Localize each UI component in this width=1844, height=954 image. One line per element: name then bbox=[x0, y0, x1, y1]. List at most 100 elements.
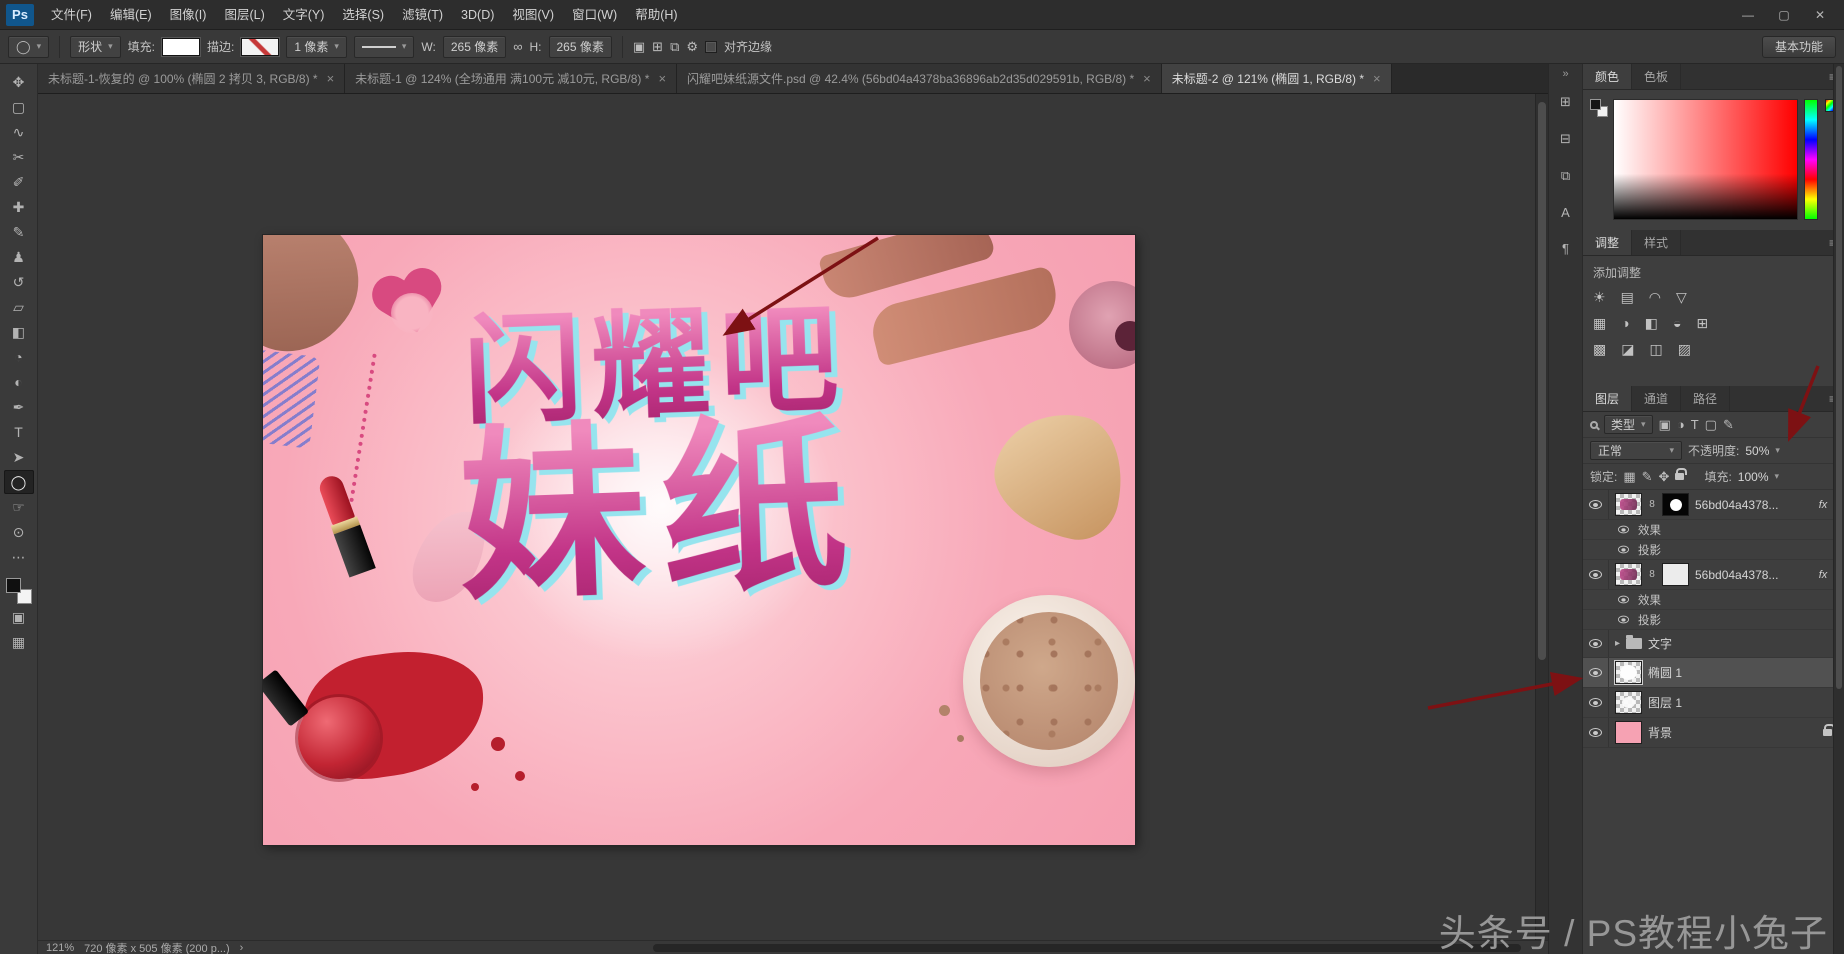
type-tool[interactable]: T bbox=[4, 420, 34, 444]
threshold-adjustment-icon[interactable]: ▨ bbox=[1678, 341, 1691, 358]
collapse-panels-icon[interactable]: » bbox=[1562, 68, 1568, 80]
clone-stamp-tool[interactable]: ♟ bbox=[4, 245, 34, 269]
brush-tool[interactable]: ✎ bbox=[4, 220, 34, 244]
exposure-adjustment-icon[interactable]: ▽ bbox=[1676, 289, 1687, 306]
path-arrangement-icon[interactable]: ⧉ bbox=[670, 39, 679, 55]
menu-select[interactable]: 选择(S) bbox=[333, 0, 393, 30]
menu-filter[interactable]: 滤镜(T) bbox=[393, 0, 452, 30]
lock-all-icon[interactable] bbox=[1675, 473, 1684, 480]
poster-document[interactable]: 闪耀吧 妹纸 bbox=[263, 235, 1135, 845]
layer-row-ellipse-selected[interactable]: 椭圆 1 bbox=[1583, 658, 1844, 688]
path-alignment-icon[interactable]: ⊞ bbox=[652, 39, 663, 55]
fill-swatch[interactable] bbox=[162, 38, 200, 56]
minimize-button[interactable]: — bbox=[1730, 1, 1766, 29]
stroke-style-select[interactable]: ▾ bbox=[354, 36, 415, 58]
lasso-tool[interactable]: ∿ bbox=[4, 120, 34, 144]
filter-type-select[interactable]: 类型 ▾ bbox=[1604, 415, 1653, 434]
menu-type[interactable]: 文字(Y) bbox=[274, 0, 334, 30]
layer-group-row-text[interactable]: ▸ 文字 bbox=[1583, 630, 1844, 658]
menu-3d[interactable]: 3D(D) bbox=[452, 0, 503, 30]
vertical-scrollbar[interactable] bbox=[1535, 94, 1548, 940]
foreground-background-swatches[interactable] bbox=[6, 578, 32, 604]
menu-edit[interactable]: 编辑(E) bbox=[101, 0, 161, 30]
tool-mode-select[interactable]: 形状 ▾ bbox=[70, 36, 121, 58]
canvas-area[interactable]: 闪耀吧 妹纸 bbox=[38, 94, 1548, 940]
scrollbar-thumb[interactable] bbox=[1836, 66, 1842, 689]
tab-paths[interactable]: 路径 bbox=[1681, 386, 1730, 411]
visibility-toggle[interactable] bbox=[1583, 490, 1609, 519]
path-operations-icon[interactable]: ▣ bbox=[633, 39, 645, 55]
more-tools-icon[interactable]: ⋯ bbox=[4, 545, 34, 569]
lock-image-pixels-icon[interactable]: ✎ bbox=[1642, 469, 1653, 485]
filter-adjustment-layers-icon[interactable]: ◑ bbox=[1677, 417, 1685, 432]
visibility-toggle[interactable] bbox=[1583, 630, 1609, 657]
layer-thumbnail[interactable] bbox=[1615, 721, 1642, 744]
filter-type-layers-icon[interactable]: T bbox=[1691, 417, 1699, 432]
gear-icon[interactable]: ⚙ bbox=[686, 39, 698, 55]
menu-window[interactable]: 窗口(W) bbox=[563, 0, 626, 30]
visibility-toggle[interactable] bbox=[1583, 688, 1609, 717]
layer-name[interactable]: 椭圆 1 bbox=[1648, 664, 1840, 681]
layer-row-background[interactable]: 背景 bbox=[1583, 718, 1844, 748]
dodge-tool[interactable]: ◐ bbox=[4, 370, 34, 394]
hand-tool[interactable]: ☞ bbox=[4, 495, 34, 519]
fx-badge[interactable]: fx bbox=[1819, 499, 1828, 511]
zoom-level[interactable]: 121% bbox=[46, 942, 74, 954]
layer-name[interactable]: 56bd04a4378... bbox=[1695, 568, 1813, 582]
screen-mode-icon[interactable]: ▦ bbox=[4, 630, 34, 654]
height-input[interactable]: 265 像素 bbox=[549, 36, 612, 58]
eye-icon[interactable] bbox=[1618, 526, 1629, 534]
layer-row-smart-object-1[interactable]: 8 56bd04a4378... fx ^ bbox=[1583, 490, 1844, 520]
tab-channels[interactable]: 通道 bbox=[1632, 386, 1681, 411]
link-dimensions-icon[interactable]: ∞ bbox=[513, 39, 522, 54]
color-balance-adjustment-icon[interactable]: ◧ bbox=[1645, 315, 1658, 332]
blur-tool[interactable]: ◔ bbox=[4, 345, 34, 369]
foreground-color-swatch[interactable] bbox=[6, 578, 21, 593]
foreground-color-swatch[interactable] bbox=[1590, 99, 1601, 110]
device-preview-panel-icon[interactable]: ⧉ bbox=[1561, 168, 1570, 184]
width-input[interactable]: 265 像素 bbox=[443, 36, 506, 58]
workspace-switcher[interactable]: 基本功能 bbox=[1762, 36, 1836, 58]
visibility-toggle[interactable] bbox=[1583, 560, 1609, 589]
eye-icon[interactable] bbox=[1618, 546, 1629, 554]
align-edges-checkbox[interactable] bbox=[705, 41, 717, 53]
hue-slider[interactable] bbox=[1804, 99, 1818, 220]
black-white-adjustment-icon[interactable]: ◒ bbox=[1673, 315, 1681, 332]
crop-tool[interactable]: ✂ bbox=[4, 145, 34, 169]
layer-effects-row[interactable]: 效果 bbox=[1583, 590, 1844, 610]
filter-shape-layers-icon[interactable]: ▢ bbox=[1705, 417, 1717, 433]
eraser-tool[interactable]: ▱ bbox=[4, 295, 34, 319]
filter-smart-object-icon[interactable]: ✎ bbox=[1723, 417, 1734, 433]
panels-scrollbar[interactable] bbox=[1833, 64, 1844, 954]
close-tab-icon[interactable]: × bbox=[327, 71, 335, 86]
layer-effects-row[interactable]: 效果 bbox=[1583, 520, 1844, 540]
pen-tool[interactable]: ✒ bbox=[4, 395, 34, 419]
layer-name[interactable]: 56bd04a4378... bbox=[1695, 498, 1813, 512]
layer-name[interactable]: 背景 bbox=[1648, 724, 1817, 741]
channel-mixer-adjustment-icon[interactable]: ▩ bbox=[1593, 341, 1606, 358]
eyedropper-tool[interactable]: ✐ bbox=[4, 170, 34, 194]
layer-mask-thumbnail[interactable] bbox=[1662, 493, 1689, 516]
maximize-button[interactable]: ▢ bbox=[1766, 1, 1802, 29]
visibility-toggle[interactable] bbox=[1583, 718, 1609, 747]
tab-color[interactable]: 颜色 bbox=[1583, 64, 1632, 89]
paragraph-panel-icon[interactable]: ¶ bbox=[1562, 241, 1569, 256]
lock-transparent-pixels-icon[interactable]: ▦ bbox=[1623, 469, 1635, 485]
layer-thumbnail[interactable] bbox=[1615, 661, 1642, 684]
eye-icon[interactable] bbox=[1618, 616, 1629, 624]
status-chevron-icon[interactable]: › bbox=[240, 942, 244, 954]
document-tab-2[interactable]: 未标题-1 @ 124% (全场通用 满100元 减10元, RGB/8) * … bbox=[345, 64, 677, 93]
layer-mask-thumbnail[interactable] bbox=[1662, 563, 1689, 586]
mini-foreground-background[interactable] bbox=[1590, 99, 1608, 117]
menu-file[interactable]: 文件(F) bbox=[42, 0, 101, 30]
hue-saturation-adjustment-icon[interactable]: ◑ bbox=[1621, 315, 1629, 332]
layer-row-layer1[interactable]: 图层 1 bbox=[1583, 688, 1844, 718]
levels-adjustment-icon[interactable]: ▤ bbox=[1621, 289, 1634, 306]
horizontal-scrollbar[interactable] bbox=[653, 944, 1521, 952]
layer-thumbnail[interactable] bbox=[1615, 493, 1642, 516]
lock-position-icon[interactable]: ✥ bbox=[1659, 469, 1670, 485]
document-tab-3[interactable]: 闪耀吧妹纸源文件.psd @ 42.4% (56bd04a4378ba36896… bbox=[677, 64, 1162, 93]
menu-layer[interactable]: 图层(L) bbox=[215, 0, 273, 30]
layer-row-smart-object-2[interactable]: 8 56bd04a4378... fx ^ bbox=[1583, 560, 1844, 590]
vibrance-adjustment-icon[interactable]: ▦ bbox=[1593, 315, 1606, 332]
